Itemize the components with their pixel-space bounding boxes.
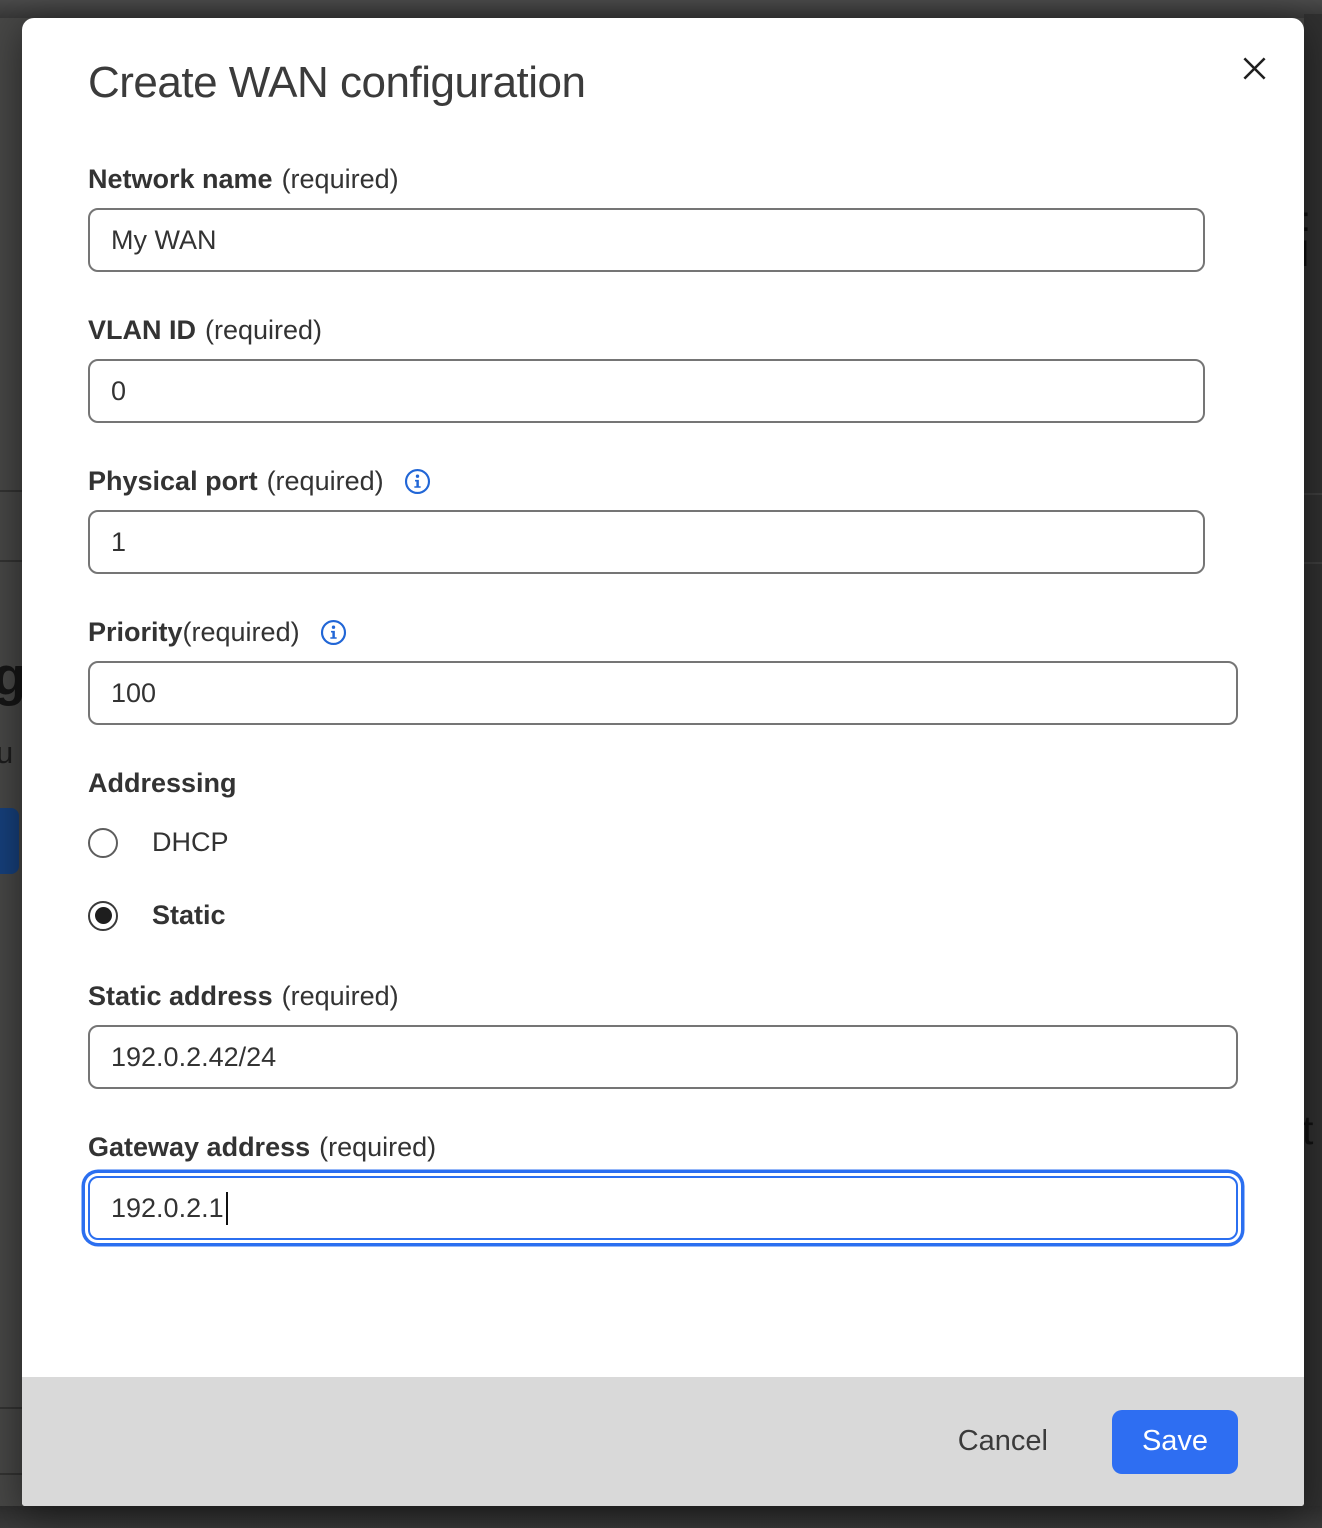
required-hint: (required) (282, 981, 399, 1012)
physical-port-field-group: Physical port (required) 1 (88, 466, 1238, 574)
network-name-label: Network name (required) (88, 164, 1238, 195)
required-hint: (required) (319, 1132, 436, 1163)
addressing-option-static[interactable]: Static (88, 900, 1238, 931)
input-value: My WAN (111, 225, 216, 256)
input-value: 100 (111, 678, 156, 709)
dialog-footer: Cancel Save (22, 1377, 1304, 1506)
required-hint: (required) (282, 164, 399, 195)
dialog-title: Create WAN configuration (88, 58, 1238, 108)
input-value: 192.0.2.1 (111, 1193, 224, 1224)
vlan-id-label: VLAN ID (required) (88, 315, 1238, 346)
cancel-button[interactable]: Cancel (944, 1415, 1062, 1468)
radio-label: Static (152, 900, 226, 931)
info-icon[interactable] (320, 619, 347, 646)
screen: g u : l t Create WAN configuration Netwo… (0, 0, 1322, 1528)
priority-field-group: Priority (required) 100 (88, 617, 1238, 725)
network-name-input[interactable]: My WAN (88, 208, 1205, 272)
radio-button-icon (88, 828, 118, 858)
background-text-fragment: u (0, 737, 13, 768)
field-label-text: Static address (88, 981, 273, 1012)
info-icon[interactable] (404, 468, 431, 495)
save-button[interactable]: Save (1112, 1410, 1238, 1474)
required-hint: (required) (183, 617, 300, 648)
background-bottom-bar (0, 1506, 1322, 1528)
background-table-line (1304, 562, 1322, 564)
background-text-fragment: : l (1301, 202, 1322, 272)
field-label-text: Physical port (88, 466, 258, 497)
priority-label: Priority (required) (88, 617, 1238, 648)
required-hint: (required) (205, 315, 322, 346)
static-address-label: Static address (required) (88, 981, 1238, 1012)
priority-input[interactable]: 100 (88, 661, 1238, 725)
close-icon (1241, 55, 1268, 82)
radio-label: DHCP (152, 827, 229, 858)
physical-port-label: Physical port (required) (88, 466, 1238, 497)
background-table-line (0, 560, 22, 562)
addressing-section: Addressing DHCP Static (88, 768, 1238, 931)
required-hint: (required) (267, 466, 384, 497)
network-name-field-group: Network name (required) My WAN (88, 164, 1238, 272)
background-top-bar (0, 0, 1322, 18)
background-table-line (1304, 493, 1322, 495)
addressing-heading: Addressing (88, 768, 1238, 799)
dialog-content: Create WAN configuration Network name (r… (22, 18, 1304, 1377)
static-address-field-group: Static address (required) 192.0.2.42/24 (88, 981, 1238, 1089)
create-wan-configuration-dialog: Create WAN configuration Network name (r… (22, 18, 1304, 1506)
vlan-id-field-group: VLAN ID (required) 0 (88, 315, 1238, 423)
gateway-address-input[interactable]: 192.0.2.1 (88, 1176, 1238, 1240)
field-label-text: VLAN ID (88, 315, 196, 346)
gateway-address-field-group: Gateway address (required) 192.0.2.1 (88, 1132, 1238, 1240)
background-table-line (0, 1473, 22, 1475)
gateway-address-label: Gateway address (required) (88, 1132, 1238, 1163)
background-blue-button-fragment (0, 808, 19, 874)
input-value: 192.0.2.42/24 (111, 1042, 276, 1073)
background-table-line (0, 1407, 22, 1409)
radio-button-icon (88, 901, 118, 931)
addressing-option-dhcp[interactable]: DHCP (88, 827, 1238, 858)
static-address-input[interactable]: 192.0.2.42/24 (88, 1025, 1238, 1089)
input-value: 0 (111, 376, 126, 407)
field-label-text: Gateway address (88, 1132, 310, 1163)
text-cursor (226, 1192, 229, 1225)
field-label-text: Priority (88, 617, 183, 648)
vlan-id-input[interactable]: 0 (88, 359, 1205, 423)
close-button[interactable] (1230, 44, 1278, 92)
field-label-text: Network name (88, 164, 273, 195)
input-value: 1 (111, 527, 126, 558)
physical-port-input[interactable]: 1 (88, 510, 1205, 574)
background-table-line (0, 490, 22, 492)
